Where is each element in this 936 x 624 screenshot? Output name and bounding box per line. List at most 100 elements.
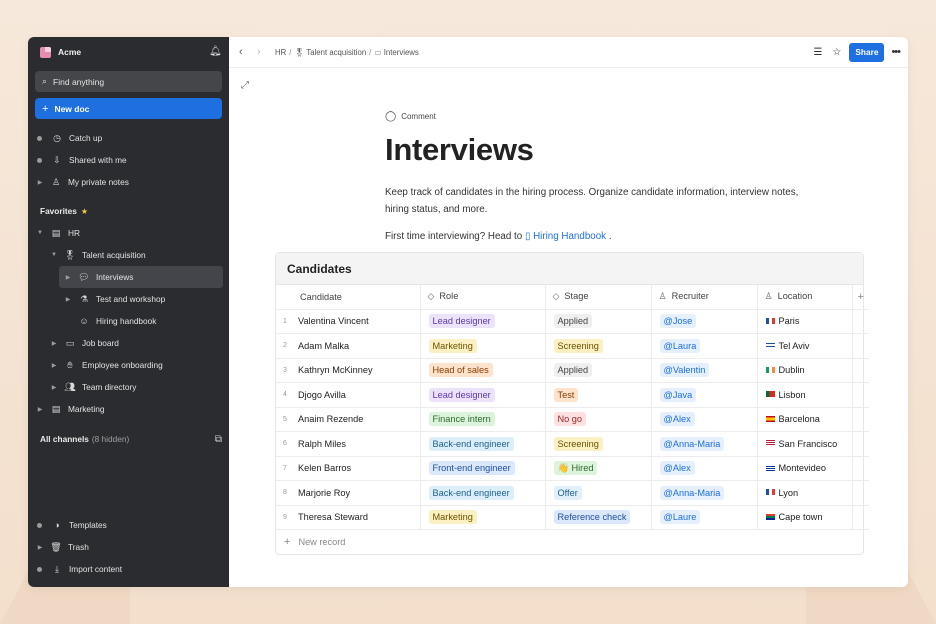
nav-shared-with-me[interactable]: ⇩ Shared with me [28, 149, 229, 171]
column-header-candidate[interactable]: Candidate [294, 285, 421, 310]
recruiter-cell[interactable]: @Laura [651, 333, 758, 359]
caret-right-icon[interactable]: ▶ [37, 406, 43, 413]
candidate-name-cell[interactable]: Djogo Avilla [294, 382, 421, 408]
stage-cell[interactable]: Screening [545, 431, 652, 457]
recruiter-cell[interactable]: @Alex [651, 456, 758, 481]
table-row[interactable]: 5 Anaim Rezende Finance intern No go @Alex Ba… [276, 407, 869, 432]
role-cell[interactable]: Back-end engineer [420, 431, 546, 457]
stage-cell[interactable]: Test [545, 382, 652, 408]
role-cell[interactable]: Head of sales [420, 358, 546, 383]
bell-icon[interactable]: 🔔︎ [209, 47, 222, 57]
stage-cell[interactable]: 👋 Hired [545, 456, 652, 481]
new-record-button[interactable]: + New record [276, 530, 863, 554]
tree-item-marketing[interactable]: ▶ ▤ Marketing [28, 398, 229, 420]
comment-button[interactable]: ◯ Comment [385, 111, 805, 122]
caret-right-icon[interactable]: ▶ [51, 340, 57, 347]
recruiter-mention[interactable]: @Alex [659, 461, 695, 476]
location-cell[interactable]: Lisbon [757, 382, 853, 408]
nav-private-notes[interactable]: ▶ ♙ My private notes [28, 171, 229, 193]
column-header-stage[interactable]: ◇ Stage [545, 285, 652, 310]
tree-item-test-workshop[interactable]: ▶ ⚗ Test and workshop [28, 288, 229, 310]
tree-item-team-directory[interactable]: ▶ 👥︎ Team directory [28, 376, 229, 398]
recruiter-cell[interactable]: @Anna-Maria [651, 480, 758, 506]
caret-right-icon[interactable]: ▶ [65, 274, 71, 281]
tree-item-interviews[interactable]: ▶ 💬︎ Interviews [59, 266, 223, 288]
recruiter-cell[interactable]: @Anna-Maria [651, 431, 758, 457]
stage-cell[interactable]: Reference check [545, 505, 652, 530]
column-header-location[interactable]: ♙ Location [757, 285, 853, 310]
table-row[interactable]: 1 Valentina Vincent Lead designer Applied @J… [276, 309, 869, 334]
hiring-handbook-link[interactable]: ▯ Hiring Handbook [525, 231, 606, 242]
recruiter-cell[interactable]: @Laure [651, 505, 758, 530]
recruiter-cell[interactable]: @Jose [651, 309, 758, 334]
table-row[interactable]: 2 Adam Malka Marketing Screening @Laura Tel A… [276, 333, 869, 359]
candidate-name-cell[interactable]: Marjorie Roy [294, 480, 421, 506]
breadcrumb-hr[interactable]: HR [275, 48, 286, 57]
table-row[interactable]: 4 Djogo Avilla Lead designer Test @Java Lisbo… [276, 382, 869, 408]
caret-right-icon[interactable]: ▶ [51, 362, 57, 369]
recruiter-mention[interactable]: @Laura [659, 338, 701, 353]
tree-item-job-board[interactable]: ▶ ▭ Job board [28, 332, 229, 354]
tree-item-hr[interactable]: ▼ ▤ HR [28, 222, 229, 244]
star-outline-icon[interactable]: ☆ [832, 47, 841, 58]
caret-right-icon[interactable]: ▶ [37, 544, 43, 551]
role-cell[interactable]: Finance intern [420, 407, 546, 432]
recruiter-cell[interactable]: @Java [651, 382, 758, 408]
tree-item-talent-acquisition[interactable]: ▼ 🎖︎ Talent acquisition [28, 244, 229, 266]
caret-right-icon[interactable]: ▶ [37, 179, 43, 186]
share-button[interactable]: Share [849, 42, 885, 62]
location-cell[interactable]: Cape town [757, 505, 853, 530]
nav-templates[interactable]: ◑ Templates [28, 514, 229, 536]
table-row[interactable]: 3 Kathryn McKinney Head of sales Applied @Va… [276, 358, 869, 383]
candidate-name-cell[interactable]: Ralph Miles [294, 431, 421, 457]
role-cell[interactable]: Back-end engineer [420, 480, 546, 506]
recruiter-cell[interactable]: @Valentin [651, 358, 758, 383]
location-cell[interactable]: San Francisco [757, 431, 853, 457]
recruiter-mention[interactable]: @Jose [659, 314, 697, 329]
stage-cell[interactable]: No go [545, 407, 652, 432]
table-row[interactable]: 8 Marjorie Roy Back-end engineer Offer @Anna… [276, 480, 869, 506]
outline-icon[interactable]: ☰ [813, 47, 822, 58]
search-input[interactable]: ⌕ Find anything [35, 71, 222, 92]
expand-icon[interactable]: ⤢ [241, 80, 249, 91]
nav-import-content[interactable]: ⤓ Import content [28, 558, 229, 580]
caret-right-icon[interactable]: ▶ [65, 296, 71, 303]
forward-arrow-icon[interactable]: › [257, 46, 265, 58]
recruiter-mention[interactable]: @Anna-Maria [659, 485, 725, 500]
recruiter-mention[interactable]: @Anna-Maria [659, 436, 725, 451]
candidate-name-cell[interactable]: Kathryn McKinney [294, 358, 421, 383]
stage-cell[interactable]: Screening [545, 333, 652, 359]
location-cell[interactable]: Tel Aviv [757, 333, 853, 359]
location-cell[interactable]: Paris [757, 309, 853, 334]
role-cell[interactable]: Lead designer [420, 382, 546, 408]
recruiter-mention[interactable]: @Laure [659, 510, 701, 525]
caret-down-icon[interactable]: ▼ [37, 230, 43, 236]
new-channel-icon[interactable]: ⧉ [215, 434, 222, 445]
table-row[interactable]: 7 Kelen Barros Front-end engineer 👋 Hired @A… [276, 456, 869, 481]
more-options-icon[interactable]: ••• [891, 46, 901, 58]
candidate-name-cell[interactable]: Adam Malka [294, 333, 421, 359]
breadcrumb-interviews[interactable]: Interviews [384, 48, 419, 57]
favorites-header[interactable]: Favorites ★ [28, 200, 229, 222]
tree-item-hiring-handbook[interactable]: ☺ Hiring handbook [28, 310, 229, 332]
nav-trash[interactable]: ▶ 🗑︎ Trash [28, 536, 229, 558]
add-column-button[interactable]: + [852, 285, 869, 310]
stage-cell[interactable]: Offer [545, 480, 652, 506]
recruiter-mention[interactable]: @Valentin [659, 363, 710, 378]
candidate-name-cell[interactable]: Theresa Steward [294, 505, 421, 530]
column-header-role[interactable]: ◇ Role [420, 285, 546, 310]
location-cell[interactable]: Barcelona [757, 407, 853, 432]
stage-cell[interactable]: Applied [545, 358, 652, 383]
candidate-name-cell[interactable]: Kelen Barros [294, 456, 421, 481]
caret-right-icon[interactable]: ▶ [51, 384, 57, 391]
table-row[interactable]: 9 Theresa Steward Marketing Reference check… [276, 505, 869, 530]
breadcrumb-talent[interactable]: Talent acquisition [306, 48, 366, 57]
stage-cell[interactable]: Applied [545, 309, 652, 334]
role-cell[interactable]: Front-end engineer [420, 456, 546, 481]
tree-item-employee-onboarding[interactable]: ▶ ✋︎ Employee onboarding [28, 354, 229, 376]
location-cell[interactable]: Montevideo [757, 456, 853, 481]
role-cell[interactable]: Lead designer [420, 309, 546, 334]
candidate-name-cell[interactable]: Anaim Rezende [294, 407, 421, 432]
candidate-name-cell[interactable]: Valentina Vincent [294, 309, 421, 334]
all-channels-header[interactable]: All channels (8 hidden) ⧉ [28, 428, 229, 450]
